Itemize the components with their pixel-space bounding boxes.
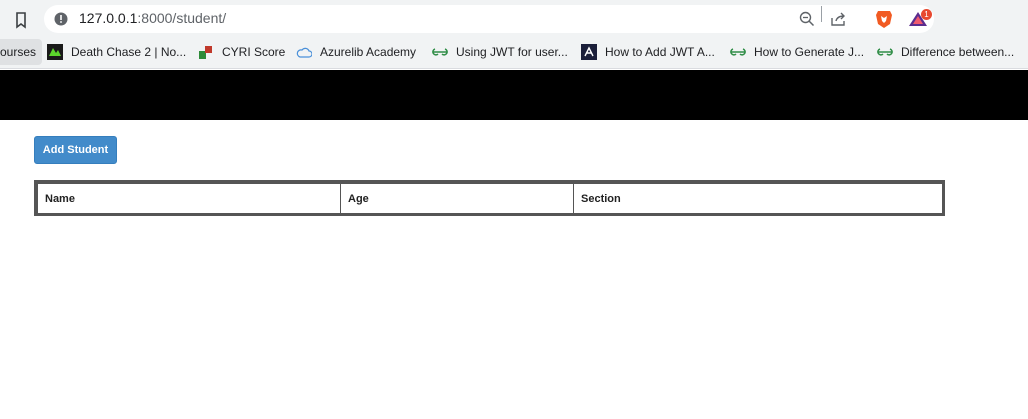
page-navbar <box>0 70 1028 120</box>
gfg-icon <box>730 48 746 56</box>
game-icon <box>47 44 63 60</box>
bookmark-item[interactable]: Difference between... <box>877 36 1014 68</box>
brave-shield-icon[interactable] <box>875 9 893 29</box>
table-header-row: Name Age Section <box>37 183 943 214</box>
browser-toolbar: 127.0.0.1:8000/student/ 1 <box>0 0 1028 36</box>
puzzle-icon <box>199 46 212 59</box>
site-info-icon[interactable] <box>54 12 68 26</box>
bookmark-label: Azurelib Academy <box>320 45 417 59</box>
bookmark-item[interactable]: ourses <box>0 39 43 65</box>
bookmark-icon[interactable] <box>10 9 32 31</box>
extension-badge: 1 <box>921 9 932 20</box>
column-header-age: Age <box>340 183 574 214</box>
bookmark-item[interactable]: CYRI Score <box>198 36 285 68</box>
url-path: :8000/student/ <box>137 10 227 26</box>
bookmark-item[interactable]: How to Generate J... <box>730 36 864 68</box>
bookmark-item[interactable]: Azurelib Academy <box>296 36 416 68</box>
bookmark-item[interactable]: Using JWT for user... <box>432 36 568 68</box>
column-header-name: Name <box>37 183 341 214</box>
bookmark-label: ourses <box>0 45 37 59</box>
cloud-icon <box>296 47 312 58</box>
gfg-icon <box>432 48 448 56</box>
dev-icon <box>581 44 597 60</box>
bookmark-label: Difference between... <box>901 45 1015 59</box>
bookmark-label: How to Add JWT A... <box>605 45 715 59</box>
add-student-button[interactable]: Add Student <box>34 136 117 164</box>
bookmark-label: How to Generate J... <box>754 45 865 59</box>
gfg-icon <box>877 48 893 56</box>
bookmark-label: Using JWT for user... <box>456 45 568 59</box>
bookmark-label: Death Chase 2 | No... <box>71 45 187 59</box>
url-text[interactable]: 127.0.0.1:8000/student/ <box>79 10 226 26</box>
column-header-section: Section <box>573 183 943 214</box>
toolbar-separator <box>821 6 822 22</box>
bookmark-label: CYRI Score <box>222 45 286 59</box>
bookmark-item[interactable]: Death Chase 2 | No... <box>47 36 186 68</box>
bookmarks-bar: ourses Death Chase 2 | No... CYRI Score … <box>0 36 1028 69</box>
share-icon[interactable] <box>830 11 848 27</box>
zoom-icon[interactable] <box>799 11 815 27</box>
url-host: 127.0.0.1 <box>79 10 138 26</box>
bookmark-item[interactable]: How to Add JWT A... <box>581 36 715 68</box>
students-table: Name Age Section <box>34 180 945 216</box>
